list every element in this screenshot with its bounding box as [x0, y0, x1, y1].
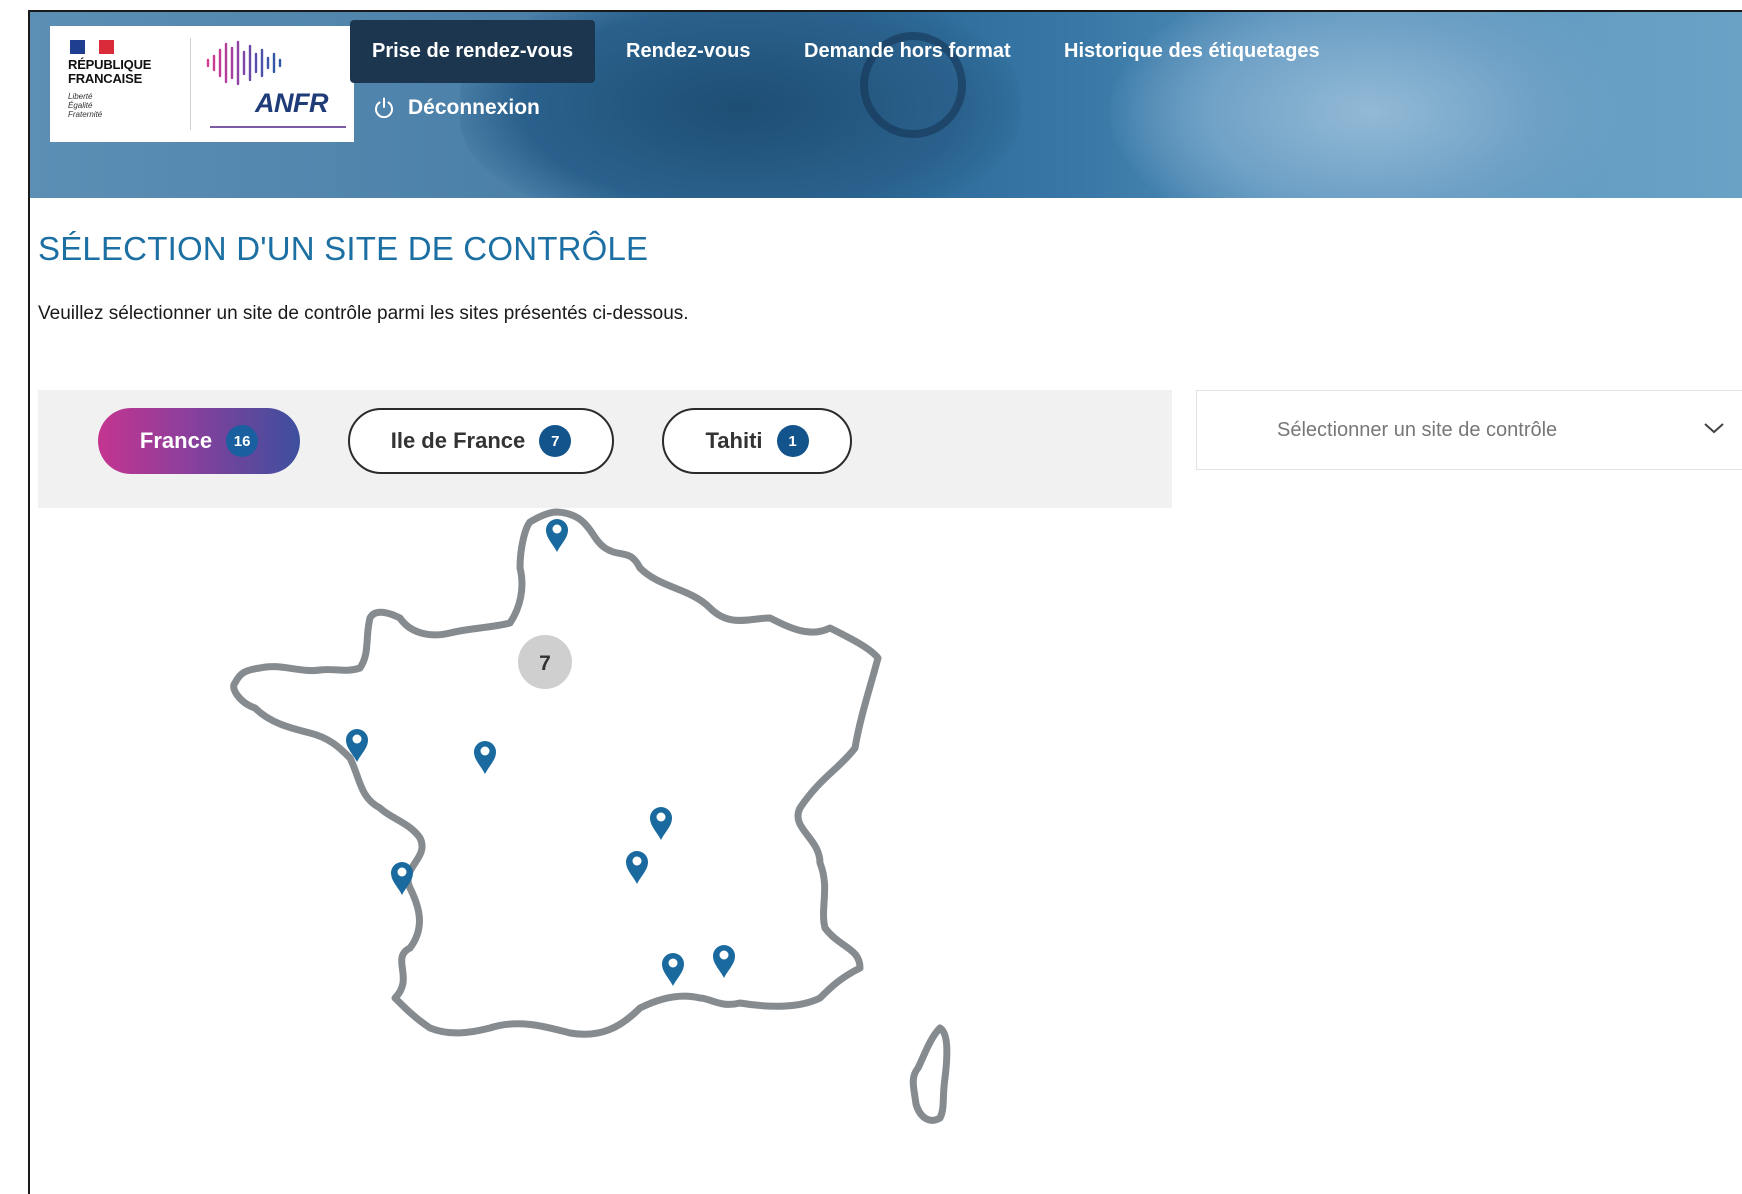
page-description: Veuillez sélectionner un site de contrôl… — [38, 303, 689, 324]
tab-tahiti[interactable]: Tahiti 1 — [662, 408, 852, 474]
logout-button[interactable]: Déconnexion — [372, 96, 540, 120]
map-pin-icon[interactable] — [546, 519, 568, 552]
map-pin-icon[interactable] — [650, 807, 672, 840]
map-pin-icon[interactable] — [474, 741, 496, 774]
page-title: SÉLECTION D'UN SITE DE CONTRÔLE — [38, 230, 649, 267]
tab-tahiti-label: Tahiti — [705, 428, 763, 453]
map-pin-icon[interactable] — [626, 851, 648, 884]
map-pin-icon[interactable] — [713, 945, 735, 978]
tab-france-count-badge: 16 — [226, 425, 259, 457]
tab-france-label: France — [139, 428, 213, 453]
logo-separator — [190, 38, 191, 130]
tab-tahiti-count-badge: 1 — [776, 425, 809, 457]
republique-francaise-text: RÉPUBLIQUE FRANCAISE — [68, 57, 152, 86]
tab-france[interactable]: France 16 — [98, 408, 300, 474]
france-outline — [230, 508, 882, 1038]
app-frame: RÉPUBLIQUE FRANCAISE Liberté Égalité Fra… — [28, 10, 1742, 1194]
logo-underline — [210, 126, 346, 128]
site-header: RÉPUBLIQUE FRANCAISE Liberté Égalité Fra… — [30, 12, 1742, 198]
tab-ile-de-france-label: Ile de France — [390, 428, 526, 453]
corsica-outline — [909, 1024, 951, 1124]
logout-label: Déconnexion — [408, 96, 540, 119]
nav-rendez-vous[interactable]: Rendez-vous — [626, 40, 750, 63]
french-flag-icon — [70, 40, 115, 54]
france-map: 7 — [230, 508, 951, 1124]
cluster-count: 7 — [539, 652, 551, 675]
nav-historique-etiquetages[interactable]: Historique des étiquetages — [1064, 40, 1320, 63]
soundwave-icon — [206, 40, 282, 86]
anfr-brand-text: ANFR — [255, 88, 329, 118]
region-tab-bar: France 16 Ile de France 7 Tahiti 1 — [38, 390, 1172, 508]
chevron-down-icon — [1704, 423, 1724, 434]
power-icon — [375, 97, 393, 119]
tab-ile-de-france-count-badge: 7 — [539, 425, 572, 457]
nav-prise-de-rendez-vous[interactable]: Prise de rendez-vous — [350, 20, 596, 83]
nav-demande-hors-format[interactable]: Demande hors format — [804, 40, 1011, 63]
cluster-marker[interactable]: 7 — [518, 635, 572, 689]
tab-ile-de-france[interactable]: Ile de France 7 — [348, 408, 614, 474]
site-select-placeholder: Sélectionner un site de contrôle — [1277, 418, 1558, 441]
map-pin-icon[interactable] — [662, 953, 684, 986]
republique-motto: Liberté Égalité Fraternité — [68, 92, 103, 119]
anfr-logo[interactable]: RÉPUBLIQUE FRANCAISE Liberté Égalité Fra… — [50, 26, 354, 142]
site-select-dropdown[interactable]: Sélectionner un site de contrôle — [1196, 390, 1742, 470]
